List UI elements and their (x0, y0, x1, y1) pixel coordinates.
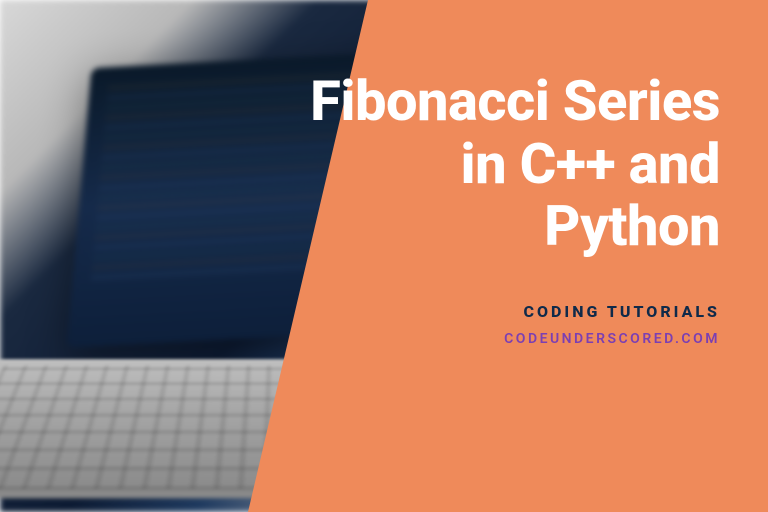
website-url: CODEUNDERSCORED.COM (300, 331, 720, 347)
category-label: CODING TUTORIALS (300, 302, 720, 321)
text-block: Fibonacci Series in C++ and Python CODIN… (300, 70, 720, 347)
main-title: Fibonacci Series in C++ and Python (300, 70, 720, 258)
